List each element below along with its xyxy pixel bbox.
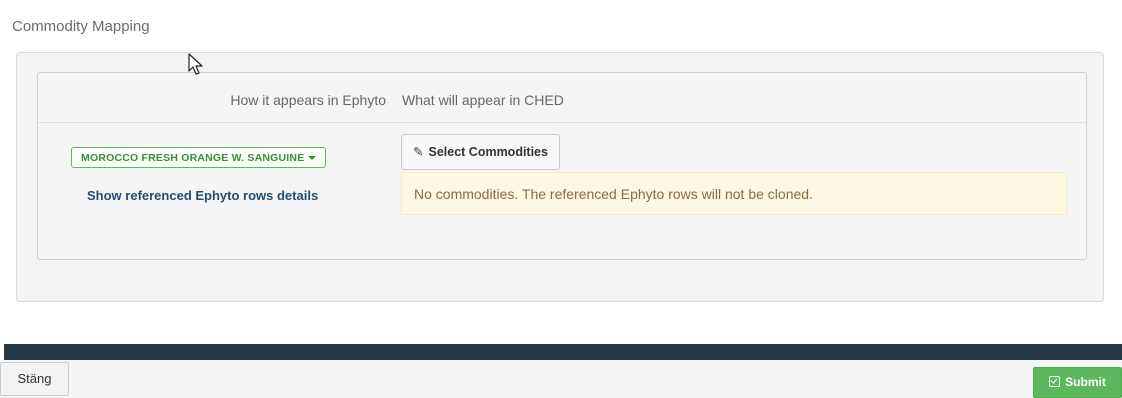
show-ephyto-details-link[interactable]: Show referenced Ephyto rows details [87,188,318,203]
alert-message: No commodities. The referenced Ephyto ro… [414,186,813,202]
commodity-mapping-panel: How it appears in Ephyto What will appea… [16,52,1104,302]
modal-footer: Stäng Submit [0,360,1122,398]
no-commodities-alert: No commodities. The referenced Ephyto ro… [401,172,1067,215]
ched-column-header: What will appear in CHED [402,92,564,108]
modal-footer-divider [4,344,1122,360]
mapping-header-row: How it appears in Ephyto What will appea… [38,73,1086,123]
section-title: Commodity Mapping [12,18,150,35]
check-square-icon [1049,376,1061,387]
submit-label: Submit [1065,375,1106,389]
modal-dialog: Commodity Mapping How it appears in Ephy… [0,0,1122,398]
select-commodities-label: Select Commodities [428,145,548,159]
close-button[interactable]: Stäng [0,362,69,396]
modal-body: Commodity Mapping How it appears in Ephy… [0,0,1122,344]
mouse-pointer-icon [188,53,203,75]
caret-down-icon [308,156,317,161]
mapping-table: How it appears in Ephyto What will appea… [37,72,1087,260]
submit-button[interactable]: Submit [1033,367,1122,398]
pencil-icon: ✎ [413,145,424,159]
commodity-dropdown[interactable]: MOROCCO FRESH ORANGE W. SANGUINE [71,147,327,168]
select-commodities-button[interactable]: ✎ Select Commodities [401,134,560,170]
ephyto-column-header: How it appears in Ephyto [230,92,386,108]
commodity-dropdown-label: MOROCCO FRESH ORANGE W. SANGUINE [81,152,305,164]
